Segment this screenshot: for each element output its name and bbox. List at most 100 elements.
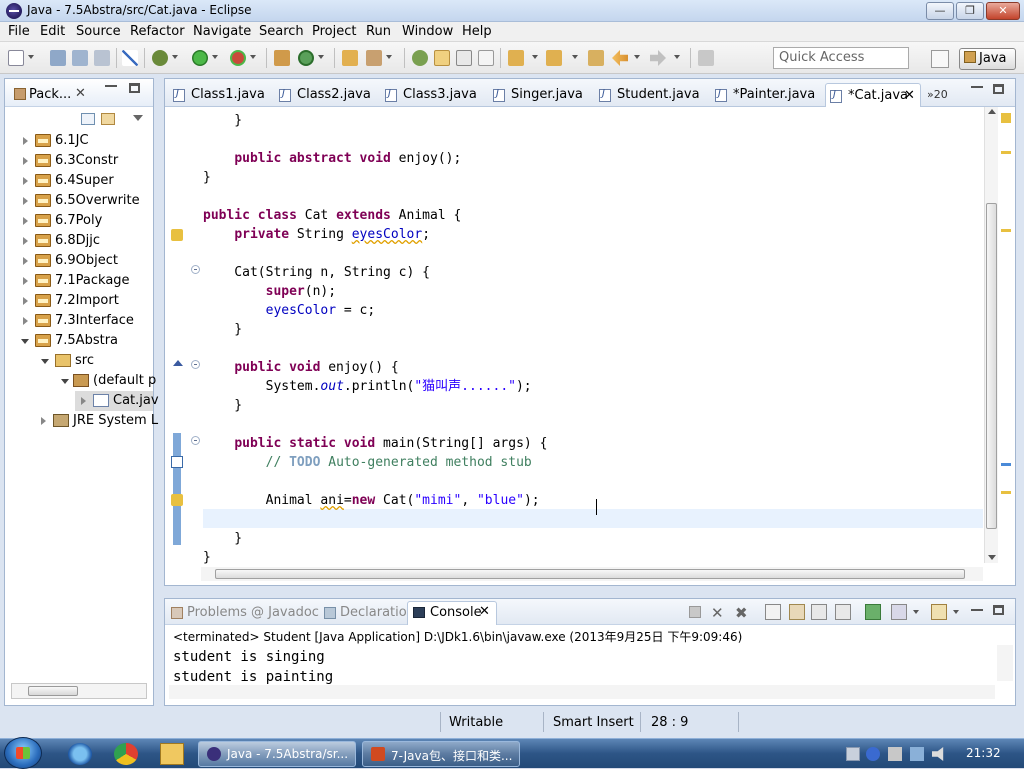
expand-icon[interactable] xyxy=(41,417,46,425)
minimize-view-icon[interactable] xyxy=(971,609,983,611)
back-icon[interactable] xyxy=(612,50,628,66)
tree-item[interactable]: 7.3Interface xyxy=(5,311,153,331)
expand-icon[interactable] xyxy=(81,397,86,405)
previous-annotation-icon[interactable] xyxy=(546,50,562,66)
package-explorer-tab[interactable]: Pack... ✕ xyxy=(5,79,153,107)
new-java-project-icon[interactable] xyxy=(274,50,290,66)
toggle-mark-occurrences-icon[interactable] xyxy=(412,50,428,66)
tab-painter[interactable]: *Painter.java xyxy=(711,83,815,107)
network-icon[interactable] xyxy=(910,747,924,761)
next-annotation-icon[interactable] xyxy=(508,50,524,66)
menu-refactor[interactable]: Refactor xyxy=(130,24,185,39)
menu-edit[interactable]: Edit xyxy=(40,24,65,39)
remove-all-icon[interactable]: ✖ xyxy=(735,604,751,622)
tree-item[interactable]: 7.1Package xyxy=(5,271,153,291)
tree-item[interactable]: 7.5Abstra xyxy=(5,331,153,351)
help-icon[interactable] xyxy=(866,747,880,761)
maximize-view-icon[interactable] xyxy=(129,83,140,93)
tree-item[interactable]: 6.7Poly xyxy=(5,211,153,231)
vertical-scrollbar[interactable] xyxy=(984,107,998,563)
expand-icon[interactable] xyxy=(23,137,28,145)
warning-overview-icon[interactable] xyxy=(1001,113,1011,123)
view-menu-icon[interactable] xyxy=(133,115,143,121)
block-selection-icon[interactable] xyxy=(456,50,472,66)
expand-icon[interactable] xyxy=(23,177,28,185)
print-icon[interactable] xyxy=(94,50,110,66)
scroll-up-icon[interactable] xyxy=(988,109,996,114)
internet-explorer-icon[interactable] xyxy=(68,743,92,765)
collapse-all-icon[interactable] xyxy=(81,113,95,125)
debug-icon[interactable] xyxy=(152,50,168,66)
tree-item[interactable]: 6.9Object xyxy=(5,251,153,271)
save-all-icon[interactable] xyxy=(72,50,88,66)
tree-item[interactable]: 6.5Overwrite xyxy=(5,191,153,211)
search-icon[interactable] xyxy=(366,50,382,66)
tab-singer[interactable]: Singer.java xyxy=(489,83,583,107)
menu-source[interactable]: Source xyxy=(76,24,121,39)
tab-class3[interactable]: Class3.java xyxy=(381,83,477,107)
tree-item[interactable]: (default p xyxy=(5,371,156,391)
scroll-lock-icon[interactable] xyxy=(789,604,805,620)
tab-class1[interactable]: Class1.java xyxy=(169,83,265,107)
task-powerpoint[interactable]: 7-Java包、接口和类... xyxy=(362,741,520,767)
menu-search[interactable]: Search xyxy=(259,24,304,39)
tree-item[interactable]: 6.8Djjc xyxy=(5,231,153,251)
open-perspective-icon[interactable] xyxy=(931,50,949,68)
toggle-highlight-icon[interactable] xyxy=(434,50,450,66)
clear-console-icon[interactable] xyxy=(765,604,781,620)
show-on-stdout-icon[interactable] xyxy=(811,604,827,620)
expand-icon[interactable] xyxy=(23,217,28,225)
new-icon[interactable] xyxy=(8,50,24,66)
fold-icon[interactable] xyxy=(191,436,200,445)
scroll-down-icon[interactable] xyxy=(988,555,996,560)
close-icon[interactable]: ✕ xyxy=(75,86,86,101)
horizontal-scrollbar[interactable] xyxy=(11,683,147,699)
minimize-editor-icon[interactable] xyxy=(971,86,983,88)
start-button[interactable] xyxy=(4,737,42,769)
new-class-icon[interactable] xyxy=(298,50,314,66)
close-tab-icon[interactable]: ✕ xyxy=(479,604,490,619)
expand-icon[interactable] xyxy=(23,277,28,285)
tab-declaration[interactable]: Declaration xyxy=(340,605,415,620)
show-whitespace-icon[interactable] xyxy=(478,50,494,66)
menu-window[interactable]: Window xyxy=(402,24,453,39)
tree-item[interactable]: 7.2Import xyxy=(5,291,153,311)
show-on-stderr-icon[interactable] xyxy=(835,604,851,620)
open-type-icon[interactable] xyxy=(342,50,358,66)
last-edit-location-icon[interactable] xyxy=(588,50,604,66)
scrollbar-thumb[interactable] xyxy=(986,203,997,529)
menu-project[interactable]: Project xyxy=(312,24,356,39)
collapse-icon[interactable] xyxy=(21,339,29,344)
new-dropdown-icon[interactable] xyxy=(28,55,34,59)
expand-icon[interactable] xyxy=(23,297,28,305)
scrollbar-thumb[interactable] xyxy=(28,686,78,696)
tab-cat[interactable]: *Cat.java✕ xyxy=(825,83,921,107)
tab-console[interactable]: Console xyxy=(430,605,482,620)
expand-icon[interactable] xyxy=(23,317,28,325)
pin-console-icon[interactable] xyxy=(865,604,881,620)
taskbar-clock[interactable]: 21:32 xyxy=(966,746,1001,760)
maximize-editor-icon[interactable] xyxy=(993,84,1004,94)
forward-icon[interactable] xyxy=(650,50,666,66)
tree-item[interactable]: 6.3Constr xyxy=(5,151,153,171)
tree-item[interactable]: src xyxy=(5,351,153,371)
minimize-view-icon[interactable] xyxy=(105,85,117,87)
more-tabs-indicator[interactable]: »20 xyxy=(927,88,948,101)
terminate-icon[interactable] xyxy=(689,606,701,618)
close-button[interactable]: ✕ xyxy=(986,2,1020,20)
keyboard-icon[interactable] xyxy=(846,747,860,761)
collapse-icon[interactable] xyxy=(61,379,69,384)
menu-file[interactable]: File xyxy=(8,24,30,39)
maximize-view-icon[interactable] xyxy=(993,605,1004,615)
minimize-button[interactable]: — xyxy=(926,2,954,20)
expand-icon[interactable] xyxy=(23,197,28,205)
tree-item[interactable]: 6.4Super xyxy=(5,171,153,191)
maximize-button[interactable]: ❐ xyxy=(956,2,984,20)
task-icon[interactable] xyxy=(171,456,183,468)
remove-launch-icon[interactable]: ✕ xyxy=(711,604,727,622)
tree-item[interactable]: 6.1JC xyxy=(5,131,153,151)
skip-breakpoints-icon[interactable] xyxy=(122,50,138,66)
overview-ruler[interactable] xyxy=(999,107,1015,563)
display-console-icon[interactable] xyxy=(891,604,907,620)
fold-icon[interactable] xyxy=(191,360,200,369)
